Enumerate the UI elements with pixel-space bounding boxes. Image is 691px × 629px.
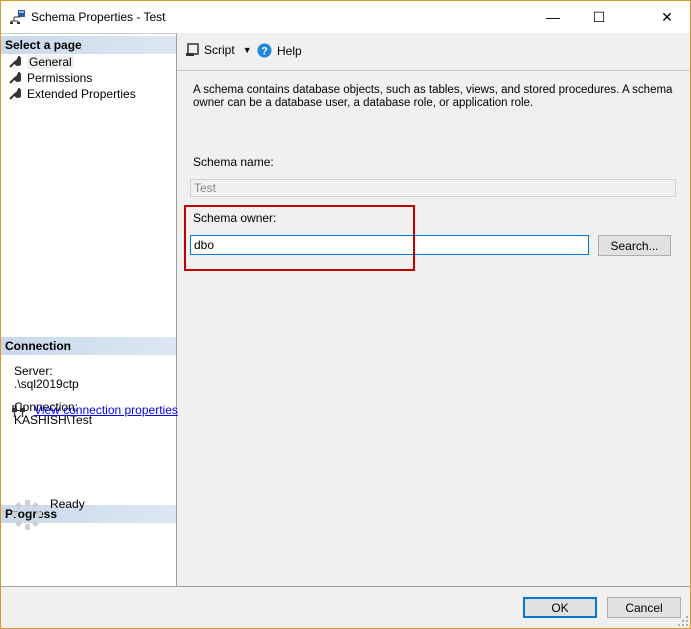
wrench-icon bbox=[9, 56, 21, 68]
title-bar: Schema Properties - Test — ☐ ✕ bbox=[1, 1, 690, 33]
progress-status: Ready bbox=[50, 497, 85, 511]
schema-owner-label: Schema owner: bbox=[193, 211, 277, 225]
server-label: Server: bbox=[14, 364, 53, 378]
connection-header: Connection bbox=[1, 337, 176, 355]
schema-app-icon bbox=[10, 10, 25, 24]
ok-button[interactable]: OK bbox=[523, 597, 597, 618]
script-button[interactable]: Script ▼ bbox=[185, 43, 252, 57]
schema-description: A schema contains database objects, such… bbox=[193, 84, 673, 109]
page-item-label: Permissions bbox=[27, 71, 93, 85]
page-item-label: Extended Properties bbox=[27, 87, 136, 101]
help-button[interactable]: ? Help bbox=[257, 43, 302, 58]
script-icon bbox=[186, 43, 199, 56]
cancel-button[interactable]: Cancel bbox=[607, 597, 681, 618]
toolbar: Script ▼ ? Help bbox=[177, 34, 690, 71]
server-value: .\sql2019ctp bbox=[14, 377, 79, 391]
page-item-label: General bbox=[27, 55, 74, 69]
page-item-general[interactable]: General bbox=[9, 54, 74, 70]
connection-plug-icon bbox=[12, 405, 25, 417]
window-title: Schema Properties - Test bbox=[31, 10, 166, 24]
search-button[interactable]: Search... bbox=[598, 235, 671, 256]
script-label: Script bbox=[204, 43, 235, 57]
wrench-icon bbox=[9, 72, 21, 84]
maximize-button[interactable]: ☐ bbox=[576, 1, 622, 33]
svg-text:?: ? bbox=[261, 46, 268, 58]
help-icon: ? bbox=[257, 43, 272, 58]
schema-name-input bbox=[190, 179, 676, 197]
page-item-permissions[interactable]: Permissions bbox=[9, 70, 92, 86]
resize-grip-icon[interactable] bbox=[678, 616, 688, 626]
minimize-button[interactable]: — bbox=[530, 1, 576, 33]
schema-name-label: Schema name: bbox=[193, 155, 274, 169]
schema-properties-dialog: Schema Properties - Test — ☐ ✕ Select a … bbox=[0, 0, 691, 629]
select-page-header: Select a page bbox=[1, 36, 176, 54]
close-button[interactable]: ✕ bbox=[644, 1, 690, 33]
wrench-icon bbox=[9, 88, 21, 100]
progress-spinner-icon bbox=[12, 500, 42, 530]
view-connection-properties-link[interactable]: View connection properties bbox=[34, 403, 178, 417]
script-dropdown-icon[interactable]: ▼ bbox=[243, 45, 252, 55]
help-label: Help bbox=[277, 43, 302, 58]
minimize-icon: — bbox=[546, 9, 560, 25]
schema-owner-input[interactable] bbox=[190, 235, 589, 255]
maximize-icon: ☐ bbox=[592, 8, 606, 25]
footer-divider bbox=[1, 586, 690, 587]
close-icon: ✕ bbox=[661, 8, 673, 25]
page-item-extended-properties[interactable]: Extended Properties bbox=[9, 86, 136, 102]
